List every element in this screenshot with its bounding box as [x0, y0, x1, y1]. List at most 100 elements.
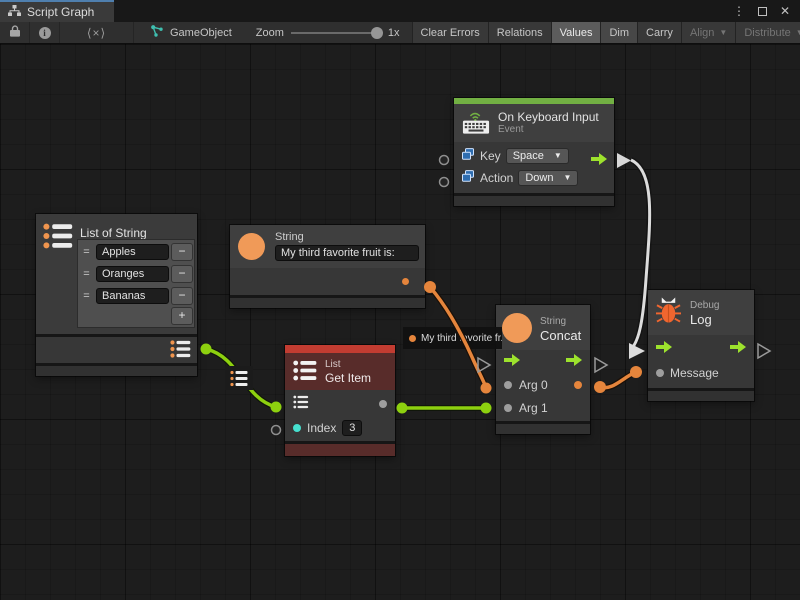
list-item-field[interactable]: Oranges [96, 266, 169, 282]
log-flow-out-port[interactable] [758, 344, 770, 358]
zoom-slider[interactable] [291, 32, 381, 34]
flow-out-arrow-icon[interactable] [566, 354, 582, 369]
info-button[interactable]: i [30, 22, 60, 43]
flow-out-arrow-icon[interactable] [730, 341, 746, 356]
drag-handle-icon[interactable]: = [80, 291, 93, 301]
wire-concat-to-log[interactable] [594, 366, 642, 393]
gameobject-context[interactable]: GameObject [138, 22, 242, 43]
arg0-input-port[interactable] [504, 381, 512, 389]
string-type-icon [238, 233, 265, 260]
flow-in-arrow-icon[interactable] [504, 354, 520, 369]
maximize-icon[interactable] [758, 7, 767, 16]
node-title: List of String [80, 226, 147, 240]
action-external-port[interactable] [440, 178, 449, 187]
carry-button[interactable]: Carry [637, 22, 681, 43]
values-button[interactable]: Values [551, 22, 601, 43]
menu-icon[interactable]: ⋮ [733, 4, 745, 18]
drag-handle-icon[interactable]: = [80, 247, 93, 257]
flow-out-arrow-icon[interactable] [591, 153, 607, 168]
index-external-port[interactable] [272, 426, 281, 435]
node-on-keyboard-input[interactable]: On Keyboard Input Event Key Space▼ [454, 98, 614, 206]
node-string-literal[interactable]: String My third favorite fruit is: [230, 225, 425, 308]
arg1-input-port[interactable] [504, 404, 512, 412]
arg0-label: Arg 0 [519, 378, 548, 392]
concat-flow-out-port[interactable] [595, 358, 607, 372]
list-input-port-icon[interactable] [293, 395, 309, 412]
wire-keyboard-to-log[interactable] [629, 160, 650, 359]
clear-errors-button[interactable]: Clear Errors [412, 22, 488, 43]
result-output-port[interactable] [574, 381, 582, 389]
string-type-icon [502, 313, 532, 343]
list-inspector: = Apples − = Oranges − = Bananas − + [78, 240, 194, 327]
graph-hierarchy-icon [8, 5, 21, 19]
concat-flow-in-port[interactable] [478, 358, 490, 372]
list-icon [43, 223, 73, 252]
remove-item-button[interactable]: − [172, 266, 192, 282]
string-value-icon [409, 335, 416, 342]
node-get-item[interactable]: List Get Item Index 3 [285, 345, 395, 456]
wire-getitem-to-concat[interactable] [397, 403, 492, 414]
key-external-port[interactable] [440, 156, 449, 165]
list-item-field[interactable]: Bananas [96, 288, 169, 304]
remove-item-button[interactable]: − [172, 244, 192, 260]
chevron-down-icon: ▼ [796, 28, 800, 37]
index-value-field[interactable]: 3 [342, 420, 362, 436]
lock-button[interactable] [0, 22, 30, 43]
flow-in-arrow-icon[interactable] [656, 341, 672, 356]
zoom-value: 1x [388, 27, 400, 39]
chevron-down-icon: ▼ [719, 28, 727, 37]
string-output-port[interactable] [402, 278, 409, 285]
node-category: Debug [690, 299, 719, 312]
close-icon[interactable]: ✕ [780, 4, 790, 18]
error-color-strip [285, 345, 395, 353]
lock-icon [10, 25, 20, 40]
node-subtitle: Event [498, 124, 599, 135]
node-title: Get Item [325, 371, 371, 385]
action-dropdown[interactable]: Down▼ [519, 171, 577, 185]
string-value-field[interactable]: My third favorite fruit is: [275, 245, 419, 261]
zoom-control: Zoom 1x [242, 22, 406, 43]
inspect-source-button[interactable]: ⟨×⟩ [60, 22, 134, 43]
align-button[interactable]: Align▼ [681, 22, 735, 43]
list-icon [293, 360, 317, 384]
list-item-row: = Apples − [80, 242, 192, 262]
key-port-label: Key [480, 149, 501, 163]
drag-handle-icon[interactable]: = [80, 269, 93, 279]
action-port-label: Action [480, 171, 513, 185]
gameobject-icon [150, 24, 164, 41]
add-item-button[interactable]: + [172, 308, 192, 324]
tab-title: Script Graph [27, 5, 94, 19]
distribute-button[interactable]: Distribute▼ [735, 22, 800, 43]
flow-output-port[interactable] [617, 153, 631, 168]
index-port-label: Index [307, 421, 336, 435]
key-dropdown[interactable]: Space▼ [507, 149, 568, 163]
list-output-port-icon[interactable] [170, 340, 191, 361]
wire-list-to-getitem[interactable] [201, 344, 282, 413]
result-output-port[interactable] [379, 400, 387, 408]
toolbar-buttons: Clear Errors Relations Values Dim Carry … [412, 22, 800, 43]
info-icon: i [39, 27, 51, 39]
dim-button[interactable]: Dim [600, 22, 637, 43]
index-input-port[interactable] [293, 424, 301, 432]
node-concat[interactable]: String Concat Arg 0 Arg 1 [496, 305, 590, 434]
message-input-port[interactable] [656, 369, 664, 377]
arg1-label: Arg 1 [519, 401, 548, 415]
relations-button[interactable]: Relations [488, 22, 551, 43]
action-icon [462, 170, 474, 185]
remove-item-button[interactable]: − [172, 288, 192, 304]
list-item-row: = Oranges − [80, 264, 192, 284]
title-bar: Script Graph ⋮ ✕ [0, 0, 800, 22]
tab-script-graph[interactable]: Script Graph [0, 0, 114, 22]
node-title: String [275, 231, 419, 243]
node-list-of-string[interactable]: List of String = Apples − = Oranges − = … [36, 214, 197, 376]
node-title: Log [690, 312, 719, 327]
list-type-badge [225, 366, 253, 390]
code-icon: ⟨×⟩ [87, 26, 106, 40]
graph-canvas[interactable]: On Keyboard Input Event Key Space▼ [0, 44, 800, 600]
zoom-slider-knob[interactable] [371, 27, 383, 39]
list-item-field[interactable]: Apples [96, 244, 169, 260]
node-debug-log[interactable]: Debug Log Message [648, 290, 754, 401]
keyboard-icon [462, 108, 490, 138]
node-footer [36, 366, 197, 376]
node-footer [454, 196, 614, 206]
